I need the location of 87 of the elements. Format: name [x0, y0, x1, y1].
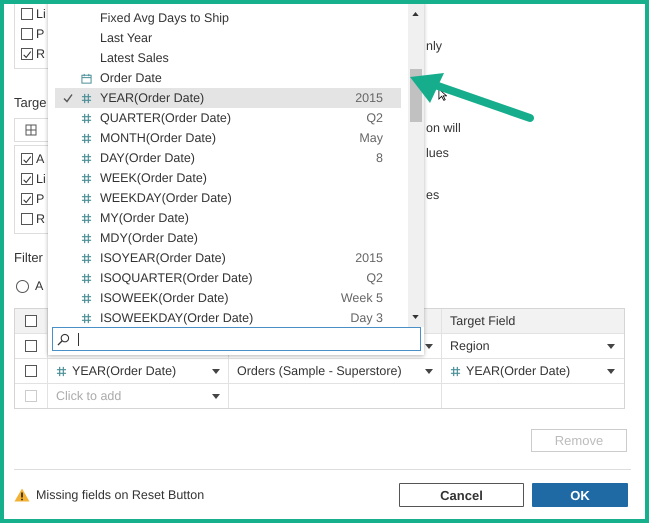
option-label: Li: [36, 172, 46, 186]
checkbox[interactable]: [21, 28, 33, 40]
data-source-value[interactable]: Orders (Sample - Superstore): [237, 364, 420, 378]
checkbox[interactable]: [25, 340, 37, 352]
sample-value: Day 3: [350, 311, 383, 325]
checkbox[interactable]: [21, 153, 33, 165]
option-label: P: [36, 192, 44, 206]
warning-icon: [14, 488, 30, 502]
checkmark-icon: [63, 93, 73, 103]
hash-icon: [450, 366, 461, 376]
scrollbar[interactable]: [408, 4, 424, 327]
hash-icon: [81, 252, 92, 264]
description-text: lues: [426, 145, 450, 161]
hash-icon: [81, 272, 92, 284]
dropdown-item[interactable]: Fixed Avg Days to Ship: [55, 8, 401, 28]
cancel-button[interactable]: Cancel: [399, 483, 524, 507]
warning-text: Missing fields on Reset Button: [36, 488, 204, 502]
sample-value: May: [359, 131, 383, 145]
field-value[interactable]: YEAR(Order Date): [72, 364, 207, 378]
hash-icon: [81, 132, 92, 144]
hash-icon: [81, 92, 92, 104]
description-text: on will: [426, 120, 461, 136]
section-label: Targe: [14, 95, 47, 110]
dropdown-item[interactable]: ISOWEEKDAY(Order Date) Day 3: [55, 308, 401, 328]
sample-value: Q2: [366, 271, 383, 285]
dropdown-item[interactable]: QUARTER(Order Date) Q2: [55, 108, 401, 128]
sample-value: Week 5: [340, 291, 383, 305]
scroll-down-icon[interactable]: [412, 315, 419, 319]
description-text: nly: [426, 38, 443, 54]
dropdown-item[interactable]: WEEK(Order Date): [55, 168, 401, 188]
section-label: Filter: [14, 250, 43, 266]
hash-icon: [81, 112, 92, 124]
checkbox[interactable]: [21, 8, 33, 20]
hash-icon: [81, 172, 92, 184]
dropdown-item[interactable]: Last Year: [55, 28, 401, 48]
dropdown-item[interactable]: ISOYEAR(Order Date) 2015: [55, 248, 401, 268]
checkbox[interactable]: [21, 173, 33, 185]
dropdown-item[interactable]: MY(Order Date): [55, 208, 401, 228]
caret-icon[interactable]: [212, 368, 220, 374]
sample-value: 2015: [355, 91, 383, 105]
caret-icon[interactable]: [212, 394, 220, 398]
field-value[interactable]: Region: [450, 339, 602, 353]
caret-icon[interactable]: [425, 344, 433, 348]
checkbox[interactable]: [21, 48, 33, 60]
hash-icon: [81, 312, 92, 324]
field-value[interactable]: YEAR(Order Date): [466, 364, 602, 378]
option-label: R: [36, 47, 46, 61]
dropdown-item[interactable]: YEAR(Order Date) 2015: [55, 88, 401, 108]
radio-label: A: [35, 279, 44, 293]
mouse-pointer-icon: [438, 88, 447, 101]
dropdown-item[interactable]: MONTH(Order Date) May: [55, 128, 401, 148]
sample-value: 2015: [355, 251, 383, 265]
hash-icon: [81, 192, 92, 204]
grid-icon: [25, 124, 37, 136]
hash-icon: [56, 366, 67, 376]
caret-icon[interactable]: [607, 344, 615, 348]
ok-button[interactable]: OK: [532, 483, 628, 507]
description-text: es: [426, 187, 440, 203]
checkbox[interactable]: [21, 213, 33, 225]
checkbox[interactable]: [25, 315, 37, 327]
dropdown-item[interactable]: ISOWEEK(Order Date) Week 5: [55, 288, 401, 308]
hash-icon: [81, 292, 92, 304]
calendar-icon: [81, 72, 92, 84]
column-header: Target Field: [450, 314, 516, 328]
caret-icon[interactable]: [425, 368, 433, 374]
radio-button[interactable]: [16, 280, 29, 292]
option-label: A: [36, 152, 44, 166]
option-label: Li: [36, 7, 46, 21]
scroll-up-icon[interactable]: [412, 12, 419, 16]
dropdown-item[interactable]: Latest Sales: [55, 48, 401, 68]
dropdown-item[interactable]: Order Date: [55, 68, 401, 88]
search-icon: [57, 332, 70, 346]
option-label: P: [36, 27, 44, 41]
checkbox[interactable]: [25, 365, 37, 377]
checkbox[interactable]: [21, 193, 33, 205]
dropdown-item[interactable]: DAY(Order Date) 8: [55, 148, 401, 168]
caret-icon[interactable]: [607, 368, 615, 374]
dropdown-item[interactable]: WEEKDAY(Order Date): [55, 188, 401, 208]
hash-icon: [81, 152, 92, 164]
hash-icon: [81, 232, 92, 244]
option-label: R: [36, 212, 46, 226]
dropdown-item[interactable]: MDY(Order Date): [55, 228, 401, 248]
hash-icon: [81, 212, 92, 224]
dropdown-item[interactable]: ISOQUARTER(Order Date) Q2: [55, 268, 401, 288]
sample-value: 8: [376, 151, 383, 165]
search-field[interactable]: [52, 327, 421, 351]
sample-value: Q2: [366, 111, 383, 125]
